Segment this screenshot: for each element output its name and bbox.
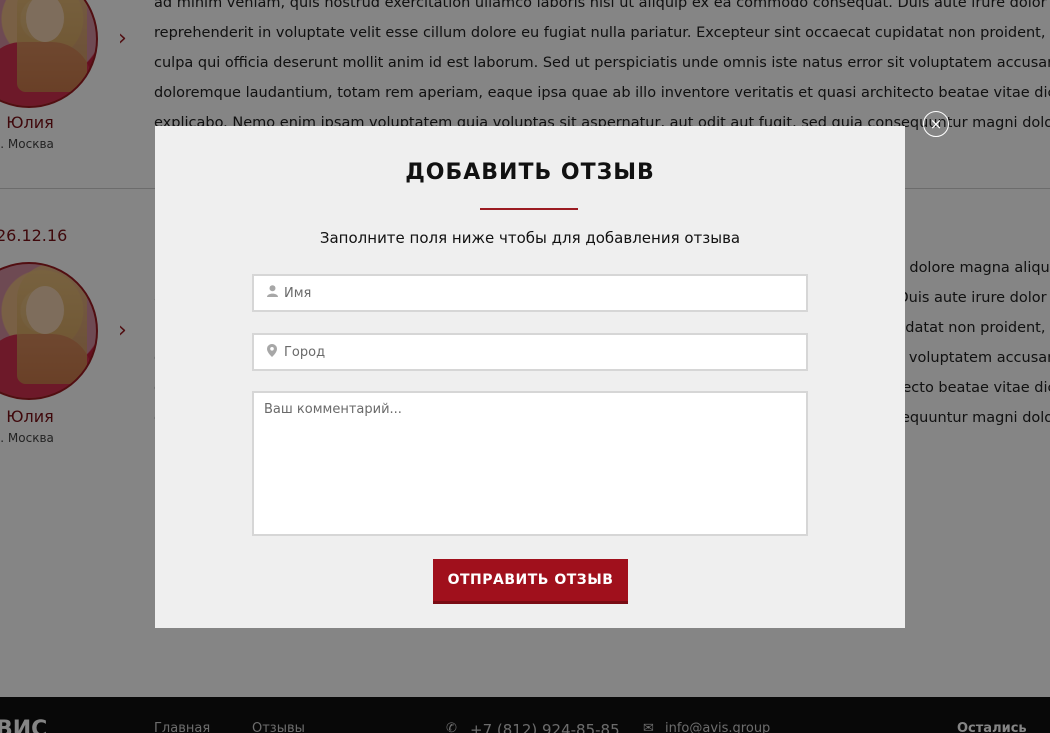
modal-subtitle: Заполните поля ниже чтобы для добавления… xyxy=(319,229,741,247)
name-field[interactable] xyxy=(252,274,808,312)
add-review-modal: ДОБАВИТЬ ОТЗЫВ Заполните поля ниже чтобы… xyxy=(155,126,905,628)
comment-textarea[interactable] xyxy=(252,391,808,536)
location-pin-icon xyxy=(266,343,278,361)
city-input[interactable] xyxy=(284,344,784,360)
user-icon xyxy=(266,285,278,301)
close-icon[interactable]: × xyxy=(923,111,949,137)
city-field[interactable] xyxy=(252,333,808,371)
modal-title: ДОБАВИТЬ ОТЗЫВ xyxy=(405,160,655,185)
submit-review-button[interactable]: ОТПРАВИТЬ ОТЗЫВ xyxy=(433,559,628,604)
name-input[interactable] xyxy=(284,285,784,301)
title-underline xyxy=(480,208,578,210)
